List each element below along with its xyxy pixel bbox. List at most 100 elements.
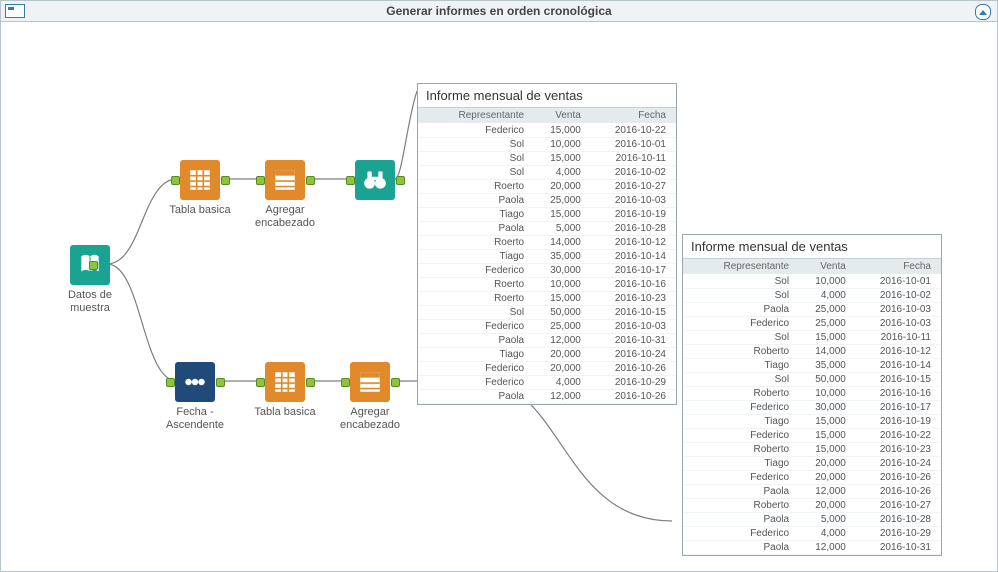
table-row: Sol10,0002016-10-01 bbox=[418, 138, 676, 152]
table-cell: 10,000 bbox=[799, 275, 856, 289]
table-row: Sol4,0002016-10-02 bbox=[683, 289, 941, 303]
table-row: Roberto15,0002016-10-23 bbox=[683, 443, 941, 457]
table-row: Roberto14,0002016-10-12 bbox=[683, 345, 941, 359]
report-unsorted: Informe mensual de ventas Representante … bbox=[417, 83, 677, 405]
table-cell: 2016-10-23 bbox=[591, 292, 676, 306]
table-cell: 2016-10-26 bbox=[591, 362, 676, 376]
table-cell: Roerto bbox=[418, 292, 534, 306]
node-label: Tabla basica bbox=[169, 204, 230, 217]
input-port[interactable] bbox=[171, 176, 180, 185]
node-label: Agregar encabezado bbox=[327, 406, 413, 432]
table-cell: 10,000 bbox=[534, 138, 591, 152]
table-cell: 2016-10-15 bbox=[856, 373, 941, 387]
node-tabla2[interactable]: Tabla basica bbox=[242, 362, 328, 419]
table-cell: 2016-10-31 bbox=[856, 541, 941, 555]
table-row: Federico25,0002016-10-03 bbox=[683, 317, 941, 331]
table-cell: 2016-10-22 bbox=[591, 124, 676, 138]
table-cell: Roerto bbox=[418, 236, 534, 250]
table-cell: 2016-10-16 bbox=[591, 278, 676, 292]
input-port[interactable] bbox=[346, 176, 355, 185]
table-cell: Roerto bbox=[418, 278, 534, 292]
output-port[interactable] bbox=[306, 378, 315, 387]
table-row: Paola5,0002016-10-28 bbox=[418, 222, 676, 236]
table-cell: 4,000 bbox=[799, 289, 856, 303]
table-cell: 20,000 bbox=[799, 471, 856, 485]
table-cell: Federico bbox=[683, 527, 799, 541]
output-port[interactable] bbox=[216, 378, 225, 387]
table-cell: 2016-10-29 bbox=[856, 527, 941, 541]
table-cell: 2016-10-23 bbox=[856, 443, 941, 457]
table-row: Federico25,0002016-10-03 bbox=[418, 320, 676, 334]
table-row: Sol10,0002016-10-01 bbox=[683, 275, 941, 289]
table-cell: 15,000 bbox=[534, 124, 591, 138]
table-cell: 20,000 bbox=[799, 457, 856, 471]
table-cell: 30,000 bbox=[534, 264, 591, 278]
table-cell: 50,000 bbox=[534, 306, 591, 320]
table-cell: Paola bbox=[683, 485, 799, 499]
table-cell: 2016-10-26 bbox=[591, 390, 676, 404]
output-port[interactable] bbox=[306, 176, 315, 185]
table-row: Paola5,0002016-10-28 bbox=[683, 513, 941, 527]
panel-minimap-icon[interactable] bbox=[5, 4, 25, 18]
table-cell: Sol bbox=[683, 275, 799, 289]
table-cell: 20,000 bbox=[534, 348, 591, 362]
table-row: Federico20,0002016-10-26 bbox=[418, 362, 676, 376]
node-sort[interactable]: Fecha - Ascendente bbox=[152, 362, 238, 432]
input-port[interactable] bbox=[341, 378, 350, 387]
output-port[interactable] bbox=[396, 176, 405, 185]
col-header: Venta bbox=[799, 259, 856, 275]
table-row: Federico20,0002016-10-26 bbox=[683, 471, 941, 485]
output-port[interactable] bbox=[221, 176, 230, 185]
node-label: Agregar encabezado bbox=[242, 204, 328, 230]
table-cell: Tiago bbox=[683, 457, 799, 471]
report-sorted: Informe mensual de ventas Representante … bbox=[682, 234, 942, 556]
table-row: Sol15,0002016-10-11 bbox=[683, 331, 941, 345]
table-cell: 2016-10-12 bbox=[856, 345, 941, 359]
titlebar: Generar informes en orden cronológica bbox=[1, 1, 997, 22]
col-header: Representante bbox=[683, 259, 799, 275]
node-browse1[interactable] bbox=[332, 160, 418, 200]
table-row: Roerto15,0002016-10-23 bbox=[418, 292, 676, 306]
table-cell: 5,000 bbox=[799, 513, 856, 527]
col-header: Fecha bbox=[856, 259, 941, 275]
table-cell: 2016-10-26 bbox=[856, 471, 941, 485]
table-cell: 25,000 bbox=[799, 303, 856, 317]
table-cell: Paola bbox=[418, 194, 534, 208]
table-cell: 2016-10-14 bbox=[591, 250, 676, 264]
table-cell: 2016-10-22 bbox=[856, 429, 941, 443]
table-cell: 2016-10-27 bbox=[856, 499, 941, 513]
table-cell: Federico bbox=[683, 401, 799, 415]
table-row: Tiago20,0002016-10-24 bbox=[683, 457, 941, 471]
node-header2[interactable]: Agregar encabezado bbox=[327, 362, 413, 432]
table-cell: Federico bbox=[418, 320, 534, 334]
table-row: Roerto14,0002016-10-12 bbox=[418, 236, 676, 250]
table-cell: Tiago bbox=[418, 250, 534, 264]
collapse-icon[interactable] bbox=[975, 4, 991, 20]
input-port[interactable] bbox=[256, 378, 265, 387]
table-cell: 2016-10-11 bbox=[856, 331, 941, 345]
node-header1[interactable]: Agregar encabezado bbox=[242, 160, 328, 230]
table-cell: 2016-10-01 bbox=[591, 138, 676, 152]
table-cell: 30,000 bbox=[799, 401, 856, 415]
canvas[interactable]: Datos de muestra Tabla basica Agregar en… bbox=[2, 21, 996, 570]
table-cell: 15,000 bbox=[799, 443, 856, 457]
input-port[interactable] bbox=[166, 378, 175, 387]
output-port[interactable] bbox=[391, 378, 400, 387]
table-cell: 14,000 bbox=[799, 345, 856, 359]
table-cell: Paola bbox=[683, 541, 799, 555]
table-cell: 25,000 bbox=[534, 194, 591, 208]
node-source[interactable]: Datos de muestra bbox=[47, 245, 133, 315]
table-cell: 10,000 bbox=[534, 278, 591, 292]
table-cell: Roerto bbox=[418, 180, 534, 194]
table-cell: 2016-10-26 bbox=[856, 485, 941, 499]
header-icon bbox=[265, 160, 305, 200]
table-cell: 15,000 bbox=[534, 152, 591, 166]
node-tabla1[interactable]: Tabla basica bbox=[157, 160, 243, 217]
table-row: Sol15,0002016-10-11 bbox=[418, 152, 676, 166]
output-port[interactable] bbox=[89, 261, 98, 270]
table-row: Tiago20,0002016-10-24 bbox=[418, 348, 676, 362]
table-cell: 4,000 bbox=[799, 527, 856, 541]
table-cell: 20,000 bbox=[534, 362, 591, 376]
table-cell: Paola bbox=[418, 222, 534, 236]
input-port[interactable] bbox=[256, 176, 265, 185]
